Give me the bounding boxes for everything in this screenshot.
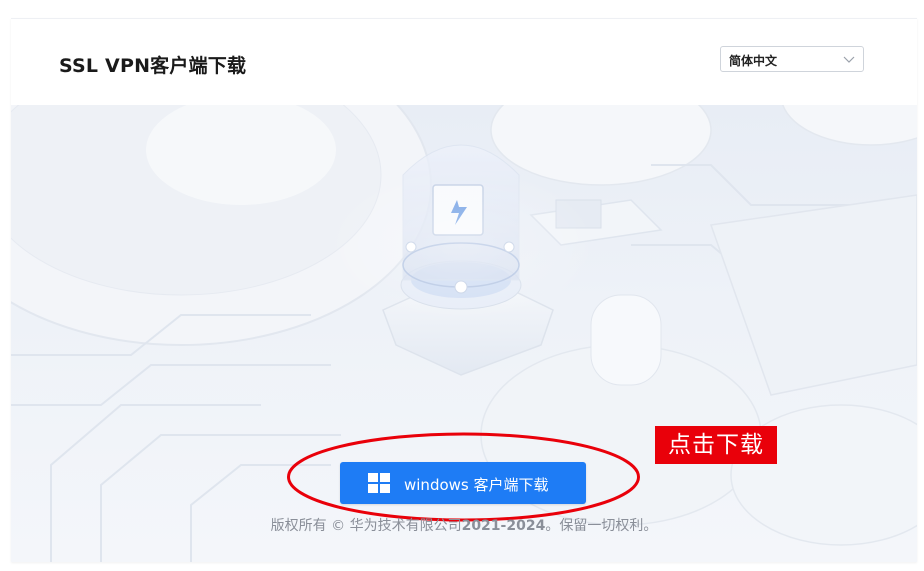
page-header: SSL VPN客户端下载 简体中文: [11, 19, 917, 105]
copyright-footer: 版权所有 © 华为技术有限公司2021-2024。保留一切权利。: [11, 515, 917, 535]
click-download-callout: 点击下载: [655, 426, 777, 464]
windows-download-button[interactable]: windows 客户端下载: [340, 462, 586, 504]
windows-logo-icon: [368, 473, 390, 493]
page-title: SSL VPN客户端下载: [59, 55, 247, 77]
copyright-suffix: 。保留一切权利。: [545, 518, 658, 534]
download-button-label: windows 客户端下载: [404, 476, 549, 494]
language-select[interactable]: 简体中文: [720, 46, 864, 72]
copyright-years: 2021-2024: [461, 518, 546, 534]
hero-banner: windows 客户端下载 点击下载 版权所有 © 华为技术有限公司2021-2…: [11, 105, 917, 562]
page-frame: SSL VPN客户端下载 简体中文 windows 客户端下载 点击下载 版权所…: [11, 18, 917, 562]
language-select-value: 简体中文: [729, 54, 778, 68]
copyright-prefix: 版权所有 © 华为技术有限公司: [270, 518, 462, 534]
chevron-down-icon: [843, 56, 855, 63]
